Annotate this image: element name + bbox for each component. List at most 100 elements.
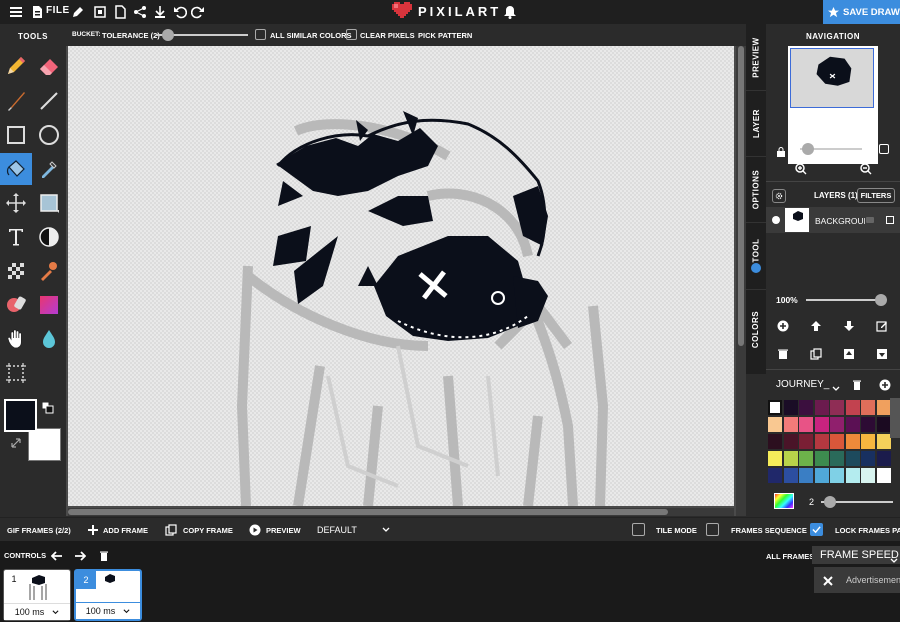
- dither-sphere-tool-icon[interactable]: [33, 221, 65, 253]
- color-swatch[interactable]: [799, 468, 813, 483]
- merge-down-icon[interactable]: [875, 347, 889, 361]
- redo-icon[interactable]: [190, 4, 206, 20]
- drawing-canvas[interactable]: [68, 46, 734, 506]
- eyedropper-tool-icon[interactable]: [33, 153, 65, 185]
- frame-thumbnail-selected[interactable]: 2 100 ms: [74, 569, 142, 621]
- preview-play-icon[interactable]: [248, 523, 262, 537]
- pick-pattern-button[interactable]: PICK PATTERN: [418, 31, 472, 40]
- primary-color-swatch[interactable]: [4, 399, 37, 432]
- opacity-slider-track[interactable]: [806, 299, 884, 301]
- color-swatch[interactable]: [845, 417, 860, 432]
- move-layer-up-icon[interactable]: [809, 319, 823, 333]
- tab-layer[interactable]: LAYER: [746, 90, 766, 156]
- secondary-color-swatch[interactable]: [28, 428, 61, 461]
- color-swatch[interactable]: [783, 451, 798, 466]
- add-layer-icon[interactable]: [776, 319, 790, 333]
- palette-scrollbar[interactable]: [890, 398, 900, 438]
- tab-colors[interactable]: COLORS: [746, 289, 766, 369]
- brush-size-slider-handle[interactable]: [824, 496, 836, 508]
- frames-sequence-checkbox[interactable]: [706, 523, 719, 536]
- clear-pixels-label[interactable]: CLEAR PIXELS: [360, 31, 415, 40]
- canvas-horizontal-scrollbar[interactable]: [68, 508, 734, 516]
- delete-frame-icon[interactable]: [97, 549, 111, 563]
- navigation-viewport[interactable]: [790, 48, 874, 108]
- color-swatch[interactable]: [799, 434, 813, 449]
- swap-colors-arrow-icon[interactable]: [10, 436, 22, 448]
- color-swatch[interactable]: [845, 468, 860, 483]
- file-menu[interactable]: FILE: [46, 5, 70, 16]
- color-swatch[interactable]: [876, 468, 891, 483]
- frames-sequence-label[interactable]: FRAMES SEQUENCE: [731, 526, 807, 535]
- notification-bell-icon[interactable]: [502, 4, 518, 20]
- lock-icon[interactable]: [776, 144, 786, 157]
- color-picker-rainbow-icon[interactable]: [774, 493, 794, 509]
- color-swatch[interactable]: [845, 400, 860, 415]
- color-swatch[interactable]: [830, 417, 844, 432]
- color-swatch[interactable]: [814, 417, 829, 432]
- drop-tool-icon[interactable]: [33, 323, 65, 355]
- color-swatch[interactable]: [845, 434, 860, 449]
- layer-row[interactable]: BACKGROUND: [766, 207, 900, 233]
- add-frame-button[interactable]: ADD FRAME: [103, 526, 148, 535]
- palette-dropdown-chevron-icon[interactable]: [832, 380, 840, 391]
- hand-tool-icon[interactable]: [0, 323, 32, 355]
- layer-select-checkbox[interactable]: [886, 216, 894, 224]
- lock-frames-panel-label[interactable]: LOCK FRAMES PANEL: [835, 526, 900, 535]
- resize-icon[interactable]: [92, 4, 108, 20]
- color-swatch[interactable]: [768, 417, 782, 432]
- bubble-eraser-tool-icon[interactable]: [0, 289, 32, 321]
- undo-icon[interactable]: [172, 4, 188, 20]
- text-tool-icon[interactable]: [0, 221, 32, 253]
- menu-icon[interactable]: [8, 4, 24, 20]
- close-ad-icon[interactable]: [822, 574, 834, 586]
- vertical-scroll-thumb[interactable]: [738, 46, 744, 346]
- eraser-tool-icon[interactable]: [33, 50, 65, 82]
- color-swatch[interactable]: [876, 451, 891, 466]
- ellipse-tool-icon[interactable]: [33, 119, 65, 151]
- bucket-tool-icon[interactable]: [0, 153, 32, 185]
- color-swatch[interactable]: [830, 434, 844, 449]
- edit-layer-icon[interactable]: [875, 319, 889, 333]
- gradient-tool-icon[interactable]: [33, 289, 65, 321]
- color-swatch[interactable]: [876, 434, 891, 449]
- color-swatch[interactable]: [799, 400, 813, 415]
- frame-thumbnail[interactable]: 1 100 ms: [3, 569, 71, 621]
- all-similar-colors-checkbox[interactable]: [255, 29, 266, 40]
- color-swatch[interactable]: [799, 451, 813, 466]
- share-icon[interactable]: [132, 4, 148, 20]
- copy-frame-icon[interactable]: [164, 523, 178, 537]
- tolerance-slider-handle[interactable]: [162, 29, 174, 41]
- brush-tool-icon[interactable]: [0, 85, 32, 117]
- color-swatch[interactable]: [830, 400, 844, 415]
- tab-preview[interactable]: PREVIEW: [746, 24, 766, 90]
- shape-fill-tool-icon[interactable]: [33, 187, 65, 219]
- move-tool-icon[interactable]: [0, 187, 32, 219]
- color-swatch[interactable]: [861, 468, 875, 483]
- tile-mode-checkbox[interactable]: [632, 523, 645, 536]
- color-swatch[interactable]: [876, 417, 891, 432]
- frame-mode-chevron-icon[interactable]: [382, 526, 390, 534]
- layer-name[interactable]: BACKGROUND: [815, 216, 865, 226]
- palette-select[interactable]: JOURNEY_: [776, 379, 829, 390]
- color-swatch[interactable]: [814, 434, 829, 449]
- document-icon[interactable]: [112, 4, 128, 20]
- dither-pattern-tool-icon[interactable]: [0, 255, 32, 287]
- next-frame-arrow-icon[interactable]: [73, 549, 87, 563]
- color-swatch[interactable]: [814, 451, 829, 466]
- pixilart-logo-heart-icon[interactable]: [392, 2, 412, 22]
- logo-text[interactable]: PIXILART: [418, 4, 501, 19]
- file-icon[interactable]: [29, 4, 45, 20]
- color-swatch[interactable]: [845, 451, 860, 466]
- color-swatch[interactable]: [861, 417, 875, 432]
- lock-frames-panel-checkbox[interactable]: [810, 523, 823, 536]
- color-swatch[interactable]: [830, 451, 844, 466]
- color-swatch[interactable]: [830, 468, 844, 483]
- color-swatch[interactable]: [814, 468, 829, 483]
- all-similar-colors-label[interactable]: ALL SIMILAR COLORS: [270, 31, 352, 40]
- fullscreen-icon[interactable]: [879, 144, 889, 154]
- color-swatch[interactable]: [783, 417, 798, 432]
- frame-duration-select[interactable]: 100 ms: [76, 602, 140, 619]
- pencil-tool-icon[interactable]: [0, 50, 32, 82]
- color-swatch[interactable]: [861, 434, 875, 449]
- copy-frame-button[interactable]: COPY FRAME: [183, 526, 233, 535]
